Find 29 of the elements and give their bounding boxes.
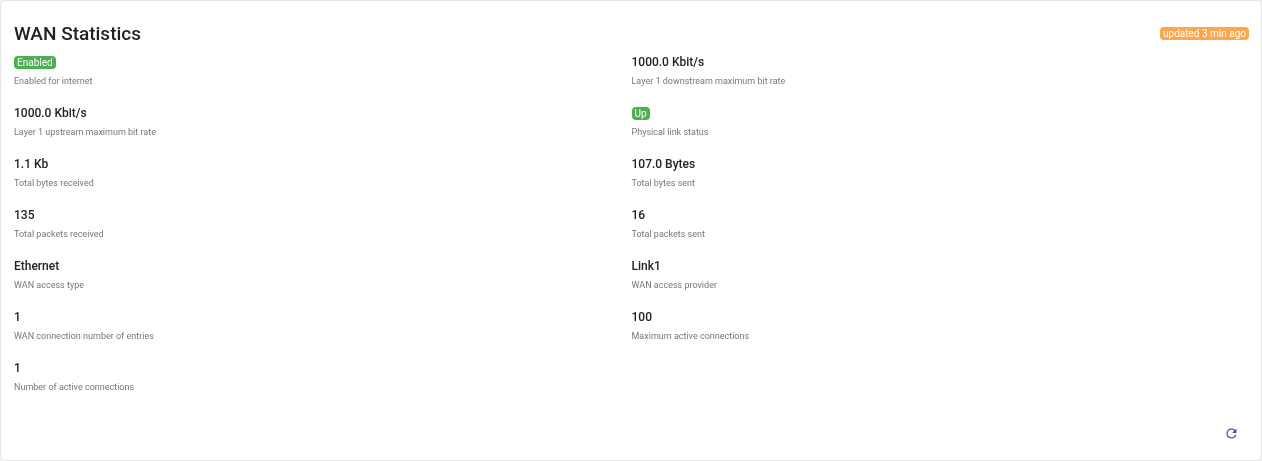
stat-label: Layer 1 upstream maximum bit rate [14, 126, 157, 138]
stat-label: WAN connection number of entries [14, 330, 155, 342]
stat-label: Enabled for internet [14, 75, 94, 87]
stat-label: WAN access provider [631, 279, 718, 291]
stat-value: 135 [14, 207, 35, 224]
stat-label: Number of active connections [14, 381, 136, 393]
stat-label: Total packets sent [631, 228, 706, 240]
stat-value: Ethernet [14, 258, 60, 275]
stat-value: 1.1 Kb [14, 156, 49, 173]
stat-value: 107.0 Bytes [631, 156, 696, 173]
stat-value: 1 [14, 309, 21, 326]
stat-label: Total bytes received [14, 177, 95, 189]
stat-label: Total packets received [14, 228, 105, 240]
stat-label: Total bytes sent [631, 177, 697, 189]
stat-value: 16 [631, 207, 646, 224]
refresh-icon[interactable] [1224, 426, 1239, 441]
stat-label: Layer 1 downstream maximum bit rate [631, 75, 787, 87]
stat-label: Physical link status [631, 126, 710, 138]
stat-label: Maximum active connections [631, 330, 751, 342]
status-badge: Enabled [14, 55, 56, 69]
card-title: WAN Statistics [14, 22, 142, 46]
stat-value: 1000.0 Kbit/s [14, 105, 87, 122]
stat-value: 1 [14, 360, 21, 377]
updated-badge: updated 3 min ago [1160, 27, 1249, 40]
stat-value: 100 [631, 309, 652, 326]
stat-value: Link1 [631, 258, 661, 275]
stat-value: 1000.0 Kbit/s [631, 54, 705, 71]
stat-label: WAN access type [14, 279, 85, 291]
status-badge: Up [631, 106, 650, 120]
